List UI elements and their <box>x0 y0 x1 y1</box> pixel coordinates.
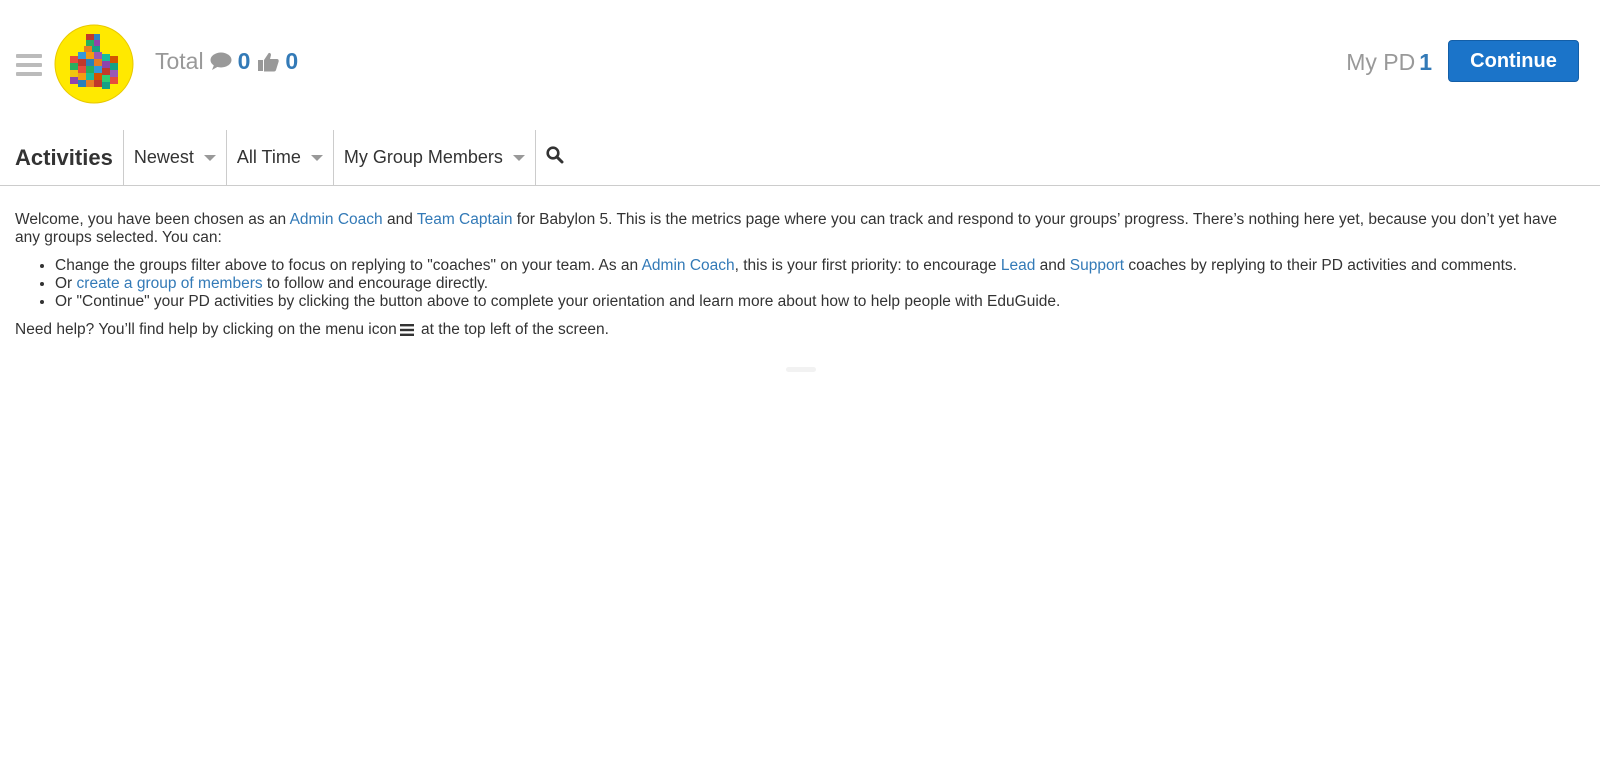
sort-dropdown[interactable]: Newest <box>124 130 227 185</box>
team-captain-link[interactable]: Team Captain <box>417 211 513 228</box>
list-item-text: to follow and encourage directly. <box>262 275 489 292</box>
caret-down-icon <box>203 154 216 161</box>
welcome-paragraph: Welcome, you have been chosen as an Admi… <box>15 211 1585 247</box>
group-filter-dropdown-label: My Group Members <box>343 147 503 167</box>
help-paragraph: Need help? You’ll find help by clicking … <box>15 321 1585 341</box>
my-pd-count[interactable]: 1 <box>1419 49 1432 75</box>
list-item-text: Or "Continue" your PD activities by clic… <box>55 293 1061 310</box>
search-icon <box>546 146 564 169</box>
thumbs-up-icon <box>258 52 280 72</box>
admin-coach-link[interactable]: Admin Coach <box>642 257 735 274</box>
support-link[interactable]: Support <box>1070 257 1124 274</box>
help-text: Need help? You’ll find help by clicking … <box>15 321 397 338</box>
comment-icon <box>210 52 232 71</box>
list-item-text: Or <box>55 275 77 292</box>
create-group-link[interactable]: create a group of members <box>77 275 263 292</box>
hamburger-menu-icon[interactable] <box>16 54 42 81</box>
my-pd-summary: My PD 1 <box>1346 49 1432 76</box>
lead-link[interactable]: Lead <box>1001 257 1035 274</box>
thumbs-up-mosaic-logo <box>54 24 134 104</box>
time-range-dropdown-label: All Time <box>236 147 301 167</box>
total-label: Total <box>155 48 204 74</box>
likes-count[interactable]: 0 <box>285 48 298 75</box>
help-text: at the top left of the screen. <box>416 321 609 338</box>
caret-down-icon <box>512 154 525 161</box>
list-item-text: coaches by replying to their PD activiti… <box>1124 257 1517 274</box>
my-pd-label: My PD <box>1346 49 1416 75</box>
continue-button[interactable]: Continue <box>1448 40 1579 82</box>
menu-icon <box>399 323 414 341</box>
comments-count[interactable]: 0 <box>238 48 251 75</box>
list-item: Change the groups filter above to focus … <box>55 257 1585 275</box>
time-range-dropdown[interactable]: All Time <box>227 130 334 185</box>
totals-summary: Total 0 0 <box>155 48 306 75</box>
options-list: Change the groups filter above to focus … <box>15 257 1585 311</box>
list-item-text: , this is your first priority: to encour… <box>734 257 1001 274</box>
list-item-text: and <box>1035 257 1070 274</box>
list-item: Or "Continue" your PD activities by clic… <box>55 293 1585 311</box>
sort-dropdown-label: Newest <box>133 147 194 167</box>
search-button[interactable] <box>536 130 574 185</box>
activities-filter-bar: Activities Newest All Time My Group Memb… <box>0 130 1600 186</box>
list-item: Or create a group of members to follow a… <box>55 275 1585 293</box>
caret-down-icon <box>310 154 323 161</box>
top-header: Total 0 0 My PD 1 Continue <box>0 0 1600 130</box>
empty-state-message: Welcome, you have been chosen as an Admi… <box>0 186 1600 341</box>
welcome-text: and <box>382 211 417 228</box>
admin-coach-link[interactable]: Admin Coach <box>290 211 383 228</box>
page-title: Activities <box>0 130 124 185</box>
welcome-text: Welcome, you have been chosen as an <box>15 211 290 228</box>
loading-indicator <box>786 367 816 372</box>
group-filter-dropdown[interactable]: My Group Members <box>334 130 536 185</box>
list-item-text: Change the groups filter above to focus … <box>55 257 642 274</box>
